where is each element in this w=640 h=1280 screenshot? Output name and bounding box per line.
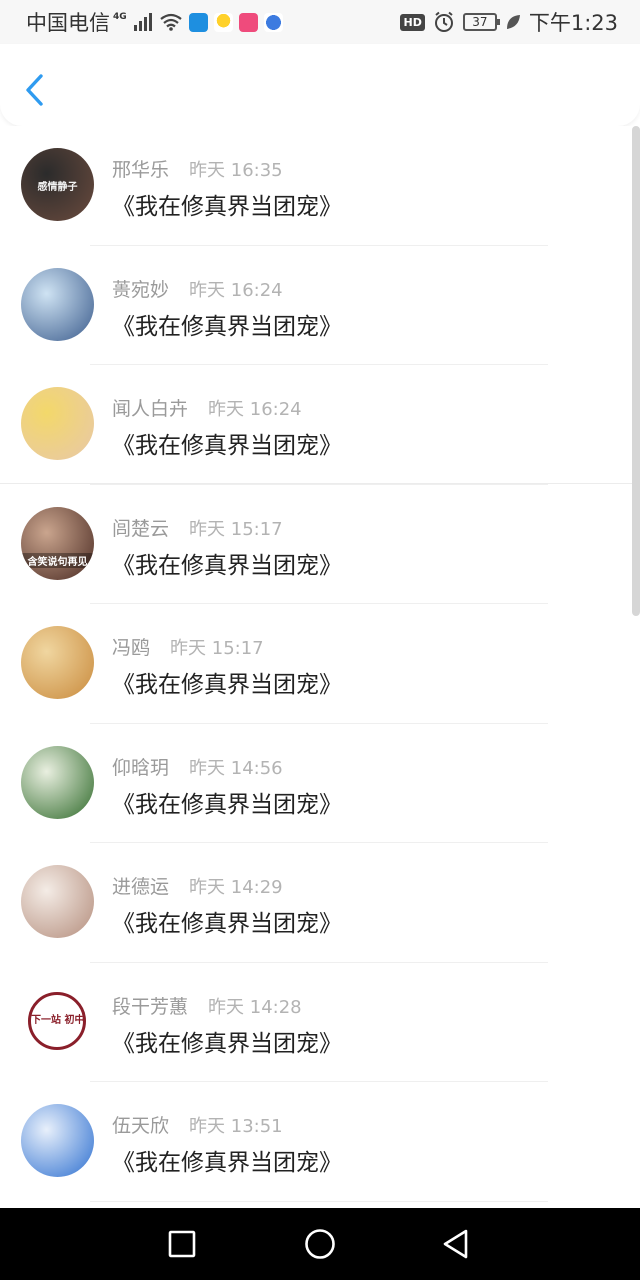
message-item[interactable]: 含笑说句再见 闾楚云 昨天 15:17 《我在修真界当团宠》 [0,485,632,604]
status-bar: 中国电信 4G HD 37 下午1:23 [0,0,640,44]
avatar[interactable] [21,626,94,699]
wifi-icon [159,13,182,31]
message-text[interactable]: 《我在修真界当团宠》 [112,546,342,580]
recent-apps-button[interactable] [164,1226,200,1262]
message-text[interactable]: 《我在修真界当团宠》 [112,187,342,221]
battery-indicator: 37 [462,13,500,31]
hd-badge: HD [400,13,425,31]
back-triangle-icon [443,1229,468,1259]
sender-name[interactable]: 段干芳蕙 [112,992,188,1019]
avatar-caption: 下一站 初中 [31,1014,83,1026]
message-time: 昨天 15:17 [170,638,264,659]
clock: 下午1:23 [528,11,618,35]
home-icon [305,1229,335,1259]
network-type: 4G [113,12,127,22]
avatar[interactable] [21,865,94,938]
message-meta: 仰晗玥 昨天 14:56 [112,753,283,780]
message-text[interactable]: 《我在修真界当团宠》 [112,1143,342,1177]
message-text[interactable]: 《我在修真界当团宠》 [112,904,342,938]
top-app-bar [0,44,640,126]
status-right: HD 37 下午1:23 [400,8,618,36]
nav-back-button[interactable] [438,1226,474,1262]
message-text[interactable]: 《我在修真界当团宠》 [112,665,342,699]
home-button[interactable] [302,1226,338,1262]
blue-app-icon [263,12,283,32]
message-time: 昨天 16:35 [189,160,283,181]
avatar-caption: 含笑说句再见 [21,552,94,568]
message-item[interactable]: 冯鸥 昨天 15:17 《我在修真界当团宠》 [0,604,632,724]
message-item[interactable]: 感情静子 邢华乐 昨天 16:35 《我在修真界当团宠》 [0,126,632,246]
sender-name[interactable]: 邢华乐 [112,155,169,182]
sender-name[interactable]: 进德运 [112,872,169,899]
message-text[interactable]: 《我在修真界当团宠》 [112,785,342,819]
message-meta: 闻人白卉 昨天 16:24 [112,394,302,421]
bird-app-icon [213,12,233,32]
message-meta: 段干芳蕙 昨天 14:28 [112,992,302,1019]
carrier-label: 中国电信 [26,11,110,35]
message-item[interactable]: 进德运 昨天 14:29 《我在修真界当团宠》 [0,843,632,963]
avatar-caption: 感情静子 [37,182,78,193]
message-meta: 冯鸥 昨天 15:17 [112,633,264,660]
avatar[interactable]: 下一站 初中 [28,991,86,1050]
recent-apps-icon [168,1230,196,1258]
sender-name[interactable]: 闻人白卉 [112,394,188,421]
message-time: 昨天 16:24 [189,279,283,301]
avatar[interactable]: 含笑说句再见 [21,506,94,580]
message-text[interactable]: 《我在修真界当团宠》 [112,1024,342,1058]
message-item[interactable]: 伍天欣 昨天 13:51 《我在修真界当团宠》 [0,1082,632,1202]
system-nav-bar [0,1208,640,1280]
message-time: 昨天 13:51 [189,1116,283,1137]
sender-name[interactable]: 冯鸥 [112,633,150,660]
row-divider [90,1200,548,1202]
message-time: 昨天 14:28 [208,996,302,1018]
message-meta: 蒉宛妙 昨天 16:24 [112,275,283,302]
message-item[interactable]: 蒉宛妙 昨天 16:24 《我在修真界当团宠》 [0,246,632,365]
message-meta: 伍天欣 昨天 13:51 [112,1111,283,1138]
message-meta: 进德运 昨天 14:29 [112,872,283,899]
message-time: 昨天 15:17 [189,518,283,540]
back-button[interactable] [18,70,54,110]
message-time: 昨天 14:56 [189,757,283,779]
alarm-icon [434,11,453,32]
message-text[interactable]: 《我在修真界当团宠》 [112,426,342,460]
avatar[interactable] [21,387,94,460]
weather-app-icon [188,12,208,32]
message-time: 昨天 16:24 [208,399,302,420]
sender-name[interactable]: 伍天欣 [112,1111,169,1138]
pink-app-icon [238,12,258,32]
sender-name[interactable]: 蒉宛妙 [112,275,169,302]
message-meta: 闾楚云 昨天 15:17 [112,514,283,541]
section-divider [0,483,640,484]
avatar[interactable] [21,745,94,819]
message-time: 昨天 14:29 [189,877,283,898]
message-meta: 邢华乐 昨天 16:35 [112,155,283,182]
message-item[interactable]: 仰晗玥 昨天 14:56 《我在修真界当团宠》 [0,724,632,843]
chevron-left-icon [26,74,43,106]
avatar[interactable]: 感情静子 [21,148,94,221]
avatar[interactable] [21,267,94,341]
message-item[interactable]: 闻人白卉 昨天 16:24 《我在修真界当团宠》 [0,365,632,485]
message-item[interactable]: 下一站 初中 段干芳蕙 昨天 14:28 《我在修真界当团宠》 [0,963,632,1082]
message-text[interactable]: 《我在修真界当团宠》 [112,307,342,341]
sender-name[interactable]: 闾楚云 [112,514,169,541]
status-left: 中国电信 4G [26,8,283,36]
leaf-icon [506,15,520,29]
avatar[interactable] [21,1104,94,1177]
message-list[interactable]: 感情静子 邢华乐 昨天 16:35 《我在修真界当团宠》 蒉宛妙 昨天 16:24 《我在修… [0,126,632,1208]
sender-name[interactable]: 仰晗玥 [112,753,169,780]
signal-icon [133,13,152,31]
scrollbar[interactable] [632,126,640,616]
